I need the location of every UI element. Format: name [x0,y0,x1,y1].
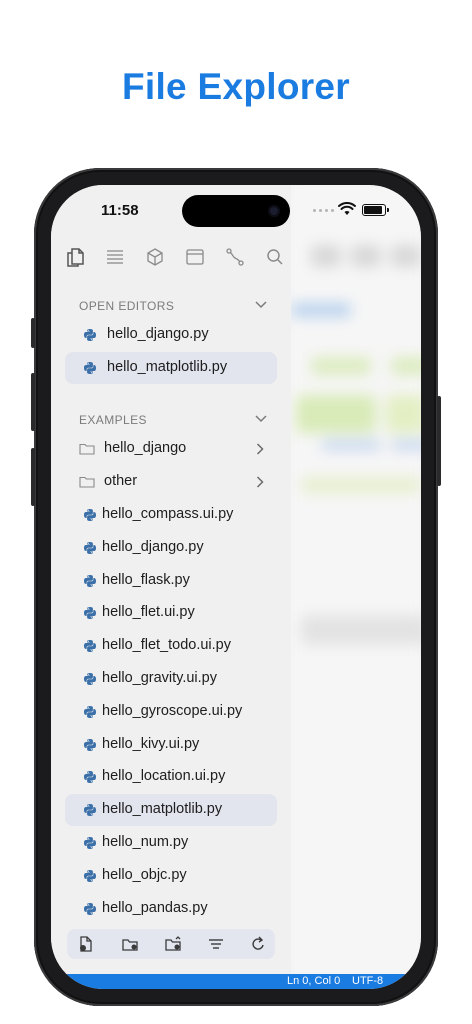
file-name: hello_compass.ui.py [102,506,234,522]
dynamic-island [182,195,290,227]
file-name: hello_django.py [107,326,209,342]
python-file-icon [84,837,96,849]
file-name: hello_flet.ui.py [102,604,195,621]
file-item[interactable]: hello_compass.ui.py [65,499,277,531]
folder-name: hello_django [104,440,187,456]
chevron-down-icon[interactable] [255,415,267,423]
file-item[interactable]: hello_matplotlib.py [65,794,277,827]
window-icon [186,249,204,265]
volume-up-button [31,373,35,431]
file-name: hello_matplotlib.py [102,801,223,818]
outline-list-icon [107,250,123,264]
tab-search[interactable] [261,243,289,271]
chevron-down-icon[interactable] [255,301,267,309]
wifi-icon [338,202,356,215]
open-editors-header[interactable]: OPEN EDITORS [79,299,174,313]
phone-screen: OPEN EDITORS hello_django.py hello_matplo… [51,185,421,989]
folder-name: other [104,473,138,489]
file-name: hello_kivy.ui.py [102,735,200,752]
file-item[interactable]: hello_kivy.ui.py [65,729,277,761]
file-item[interactable]: hello_flask.py [65,565,277,597]
file-item[interactable]: hello_location.ui.py [65,761,277,793]
file-item[interactable]: hello_flet.ui.py [65,597,277,629]
open-folder-icon[interactable] [164,935,182,953]
python-file-icon [84,902,96,915]
files-icon [67,248,84,267]
file-item[interactable]: hello_objc.py [65,860,277,892]
new-folder-icon[interactable] [121,935,139,953]
phone-frame: OPEN EDITORS hello_django.py hello_matplo… [31,168,441,1006]
examples-header[interactable]: EXAMPLES [79,413,147,427]
explorer-toolbar [67,929,275,959]
editor-pane-blurred [291,185,421,975]
python-file-icon [84,869,96,882]
battery-icon [362,204,389,216]
file-name: hello_gyroscope.ui.py [102,702,243,719]
folder-icon [79,443,95,455]
file-name: hello_gravity.ui.py [102,670,217,686]
volume-down-button [31,448,35,506]
python-file-icon [84,705,96,718]
git-branch-icon [226,248,244,266]
folder-icon [79,476,95,488]
ios-status-bar: 11:58 [51,185,421,237]
file-name: hello_flask.py [102,571,190,588]
python-file-icon [84,804,96,817]
tab-source-control[interactable] [221,243,249,271]
file-name: hello_flet_todo.ui.py [102,637,231,654]
signal-dots-icon [313,209,334,212]
tab-packages[interactable] [141,243,169,271]
tab-explorer[interactable] [61,243,89,271]
file-name: hello_num.py [102,834,189,850]
open-editor-item[interactable]: hello_matplotlib.py [65,352,277,384]
file-item[interactable]: hello_gyroscope.ui.py [65,696,277,728]
open-editor-item[interactable]: hello_django.py [65,319,277,351]
tab-outline[interactable] [101,243,129,271]
python-file-icon [84,541,96,554]
file-name: hello_django.py [102,538,204,555]
python-file-icon [84,673,96,685]
status-time: 11:58 [101,202,139,219]
search-icon [267,249,283,265]
file-explorer-sidebar: OPEN EDITORS hello_django.py hello_matplo… [51,185,291,975]
file-name: hello_objc.py [102,866,187,883]
tab-window[interactable] [181,243,209,271]
page-headline: File Explorer [121,66,351,107]
editor-status-line: Ln 0, Col 0 UTF-8 [51,974,421,989]
refresh-icon[interactable] [249,935,267,953]
filter-icon[interactable] [207,935,225,953]
file-item[interactable]: hello_flet_todo.ui.py [65,630,277,662]
power-button [437,396,441,486]
file-item[interactable]: hello_num.py [65,827,277,859]
file-name: hello_matplotlib.py [107,359,228,375]
file-encoding[interactable]: UTF-8 [352,975,383,987]
file-item[interactable]: hello_pandas.py [65,893,277,925]
file-name: hello_pandas.py [102,899,208,916]
python-file-icon [84,738,96,751]
python-file-icon [84,607,96,620]
mute-switch [31,318,35,348]
python-file-icon [84,329,96,341]
cursor-position[interactable]: Ln 0, Col 0 [287,975,340,987]
new-file-icon[interactable] [77,935,95,953]
camera-icon [268,205,280,217]
activity-tabbar [61,243,287,275]
chevron-right-icon [256,443,264,455]
python-file-icon [84,362,96,374]
file-item[interactable]: hello_gravity.ui.py [65,663,277,695]
python-file-icon [84,640,96,653]
file-name: hello_location.ui.py [102,768,226,785]
package-cube-icon [147,248,163,266]
python-file-icon [84,574,96,587]
folder-item[interactable]: hello_django [65,433,277,465]
folder-item[interactable]: other [65,466,277,498]
python-file-icon [84,771,96,784]
python-file-icon [84,509,96,521]
file-item[interactable]: hello_django.py [65,532,277,564]
chevron-right-icon [256,476,264,488]
